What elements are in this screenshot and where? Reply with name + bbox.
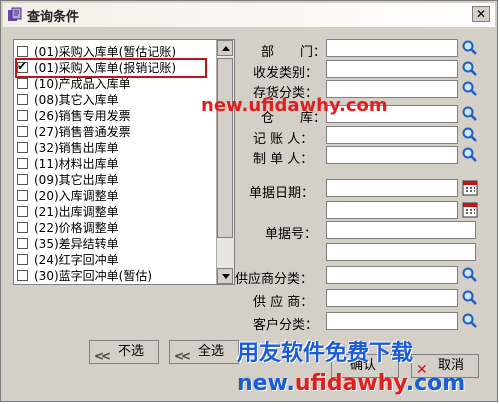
list-item[interactable]: (10)产成品入库单 (17, 76, 131, 92)
doc-no-from-field[interactable] (326, 221, 476, 239)
send-type-field[interactable] (326, 60, 458, 78)
deselect-button[interactable]: << 不选 (89, 340, 159, 364)
deselect-icon: << (94, 349, 111, 363)
search-icon[interactable] (461, 80, 479, 98)
list-scrollbar[interactable] (216, 40, 234, 284)
list-item-label: (10)产成品入库单 (34, 77, 131, 91)
list-item[interactable]: (35)差异结转单 (17, 236, 119, 252)
maker-field[interactable] (326, 146, 458, 164)
doc-no-label: 单据号： (265, 227, 318, 242)
watermark-url-2: new.ufidawhy.com (237, 371, 466, 396)
checkbox[interactable] (17, 58, 28, 74)
select-all-button[interactable]: << 全选 (169, 340, 239, 364)
list-item-label: (01)采购入库单(报销记账) (34, 61, 176, 75)
list-item-label: (21)出库调整单 (34, 205, 119, 219)
arrow-up-icon (222, 46, 230, 51)
watermark-slogan: 用友软件免费下载 (237, 341, 414, 366)
list-item[interactable]: (09)其它出库单 (17, 172, 119, 188)
watermark-url: new.ufidawhy.com (201, 95, 388, 116)
list-item-label: (30)蓝字回冲单(暂估) (34, 269, 152, 283)
list-item[interactable]: (20)入库调整单 (17, 188, 119, 204)
list-item[interactable]: (01)采购入库单(暂估记账) (17, 44, 176, 60)
checkbox[interactable] (17, 110, 28, 121)
list-item[interactable]: (27)销售普通发票 (17, 124, 131, 140)
department-field[interactable] (326, 39, 458, 57)
search-icon[interactable] (461, 146, 479, 164)
calendar-icon[interactable] (461, 201, 479, 219)
list-item-label: (27)销售普通发票 (34, 125, 131, 139)
close-button[interactable]: ✕ (472, 6, 490, 22)
doc-date-label: 单据日期： (249, 186, 315, 201)
list-item-label: (20)入库调整单 (34, 189, 119, 203)
checkbox[interactable] (17, 254, 28, 265)
dialog-title: 查询条件 (27, 10, 80, 25)
doc-type-list[interactable]: (01)采购入库单(暂估记账) (01)采购入库单(报销记账) (10)产成品入库单… (13, 39, 235, 285)
search-icon[interactable] (461, 289, 479, 307)
list-item-label: (09)其它出库单 (34, 173, 119, 187)
bookkeeper-field[interactable] (326, 126, 458, 144)
list-item[interactable]: (22)价格调整单 (17, 220, 119, 236)
doc-date-from-field[interactable] (326, 179, 458, 197)
checkbox[interactable] (17, 46, 28, 57)
doc-no-to-field[interactable] (326, 243, 476, 261)
search-icon[interactable] (461, 126, 479, 144)
list-item-label: (24)红字回冲单 (34, 253, 119, 267)
customer-class-label: 客户分类： (253, 318, 319, 333)
calendar-icon[interactable] (461, 179, 479, 197)
list-item[interactable]: (24)红字回冲单 (17, 252, 119, 268)
scroll-up-button[interactable] (217, 40, 233, 56)
app-icon (8, 7, 22, 21)
list-item-label: (01)采购入库单(暂估记账) (34, 45, 176, 59)
customer-class-field[interactable] (326, 312, 458, 330)
close-icon: ✕ (475, 7, 487, 21)
list-item-label: (22)价格调整单 (34, 221, 119, 235)
checkbox[interactable] (17, 174, 28, 185)
checkbox[interactable] (17, 126, 28, 137)
list-item-label: (08)其它入库单 (34, 93, 119, 107)
maker-label: 制 单 人： (253, 152, 314, 167)
checkbox[interactable] (17, 94, 28, 105)
search-icon[interactable] (461, 266, 479, 284)
search-icon[interactable] (461, 39, 479, 57)
search-icon[interactable] (461, 312, 479, 330)
send-type-label: 收发类别： (253, 66, 319, 81)
select-all-icon: << (174, 349, 191, 363)
search-icon[interactable] (461, 60, 479, 78)
bookkeeper-label: 记 账 人： (253, 132, 314, 147)
list-item-label: (32)销售出库单 (34, 141, 119, 155)
list-item[interactable]: (30)蓝字回冲单(暂估) (17, 268, 152, 284)
checkbox[interactable] (17, 238, 28, 249)
supplier-class-label: 供应商分类： (235, 272, 314, 287)
list-item-label: (26)销售专用发票 (34, 109, 131, 123)
title-bar: 查询条件 ✕ (3, 3, 495, 27)
checkbox[interactable] (17, 142, 28, 153)
checkbox[interactable] (17, 222, 28, 233)
list-item[interactable]: (26)销售专用发票 (17, 108, 131, 124)
checkbox[interactable] (17, 190, 28, 201)
checkbox[interactable] (17, 206, 28, 217)
checkbox[interactable] (17, 78, 28, 89)
list-item[interactable]: (08)其它入库单 (17, 92, 119, 108)
checkbox[interactable] (17, 270, 28, 281)
list-item[interactable]: (11)材料出库单 (17, 156, 119, 172)
list-item-label: (11)材料出库单 (34, 157, 119, 171)
list-item[interactable]: (21)出库调整单 (17, 204, 119, 220)
supplier-field[interactable] (326, 289, 458, 307)
scroll-thumb[interactable] (217, 58, 233, 238)
supplier-class-field[interactable] (326, 266, 458, 284)
arrow-down-icon (222, 274, 230, 279)
department-label: 部 门： (261, 45, 327, 60)
checkbox[interactable] (17, 158, 28, 169)
supplier-label: 供 应 商： (253, 295, 314, 310)
scroll-down-button[interactable] (217, 268, 233, 284)
list-item[interactable]: (32)销售出库单 (17, 140, 119, 156)
list-item-label: (35)差异结转单 (34, 237, 119, 251)
search-icon[interactable] (461, 105, 479, 123)
query-dialog: 查询条件 ✕ (01)采购入库单(暂估记账) (01)采购入库单(报销记账) (10… (0, 0, 498, 402)
list-item[interactable]: (01)采购入库单(报销记账) (15, 58, 207, 78)
doc-date-to-field[interactable] (326, 201, 458, 219)
